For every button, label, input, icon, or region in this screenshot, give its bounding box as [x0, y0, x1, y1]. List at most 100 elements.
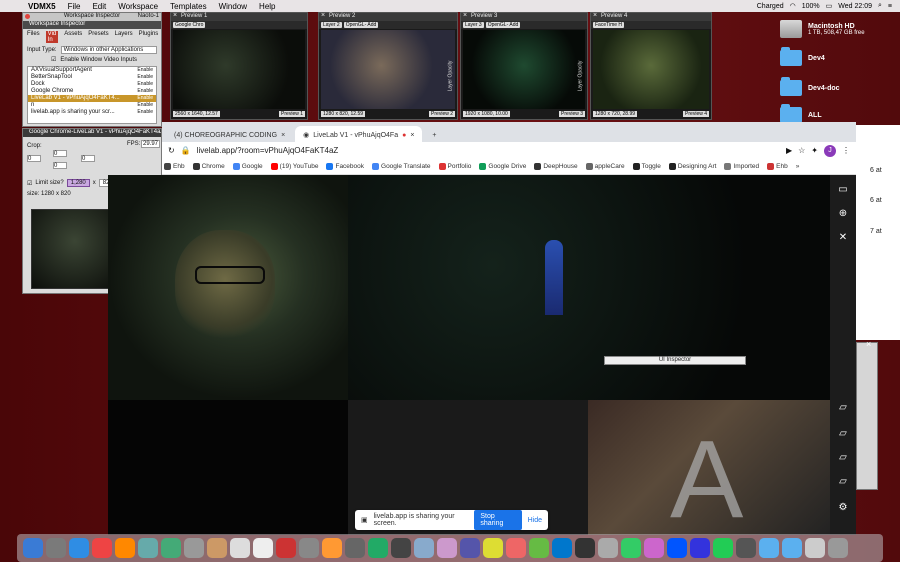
dock-app-icon[interactable] — [690, 538, 710, 558]
hide-button[interactable]: Hide — [528, 517, 542, 524]
checkbox-icon[interactable]: ☑ — [27, 180, 32, 187]
side-panel-window[interactable] — [856, 342, 878, 490]
checkbox-icon[interactable]: ☑ — [51, 56, 56, 63]
list-item[interactable]: n Enable — [28, 102, 156, 109]
tab-plugins[interactable]: Plugins — [139, 31, 159, 43]
crop-right-field[interactable]: 0 — [81, 155, 95, 162]
bookmark-item[interactable]: Google Drive — [479, 163, 526, 170]
bookmark-item[interactable]: Facebook — [326, 163, 364, 170]
list-item[interactable]: AXVisualSupportAgent Enable — [28, 67, 156, 74]
tab-presets[interactable]: Presets — [88, 31, 108, 43]
dock-app-icon[interactable] — [667, 538, 687, 558]
dock-app-icon[interactable] — [552, 538, 572, 558]
bookmark-item[interactable]: (19) YouTube — [270, 163, 318, 170]
enable-toggle[interactable]: Enable — [137, 109, 153, 116]
menu-window[interactable]: Window — [213, 2, 253, 11]
layout-c-icon[interactable]: ▱ — [836, 451, 850, 465]
enable-toggle[interactable]: Enable — [137, 67, 153, 74]
menu-app-name[interactable]: VDMX5 — [22, 2, 62, 11]
battery-percent[interactable]: 100% — [802, 3, 820, 10]
dock-app-icon[interactable] — [506, 538, 526, 558]
preview-title[interactable]: Preview 4 — [591, 12, 711, 21]
tab-layers[interactable]: Layers — [115, 31, 133, 43]
layout-a-icon[interactable]: ▱ — [836, 401, 850, 415]
desktop-folder-dev4[interactable]: Dev4 — [780, 47, 870, 66]
tab-vid-in[interactable]: Vid In — [45, 31, 59, 43]
menu-edit[interactable]: Edit — [86, 2, 112, 11]
bookmark-item[interactable]: DeepHouse — [534, 163, 578, 170]
layout-b-icon[interactable]: ▱ — [836, 427, 850, 441]
tab-files[interactable]: Files — [27, 31, 40, 43]
dock-app-icon[interactable] — [46, 538, 66, 558]
bookmark-item[interactable]: Portfolio — [438, 163, 471, 170]
camera-icon[interactable]: ▶ — [786, 146, 792, 155]
menu-help[interactable]: Help — [253, 2, 281, 11]
dock-app-icon[interactable] — [782, 538, 802, 558]
preview-title[interactable]: Preview 1 — [171, 12, 307, 21]
dock-app-icon[interactable] — [23, 538, 43, 558]
dock-app-icon[interactable] — [138, 538, 158, 558]
dock-app-icon[interactable] — [115, 538, 135, 558]
preview-title[interactable]: Preview 2 — [319, 12, 457, 21]
enable-toggle[interactable]: Enable — [137, 102, 153, 109]
screen-share-icon[interactable]: ▭ — [836, 183, 850, 197]
dock-app-icon[interactable] — [368, 538, 388, 558]
list-item[interactable]: BetterSnapTool Enable — [28, 74, 156, 81]
dock-app-icon[interactable] — [621, 538, 641, 558]
source-select[interactable]: FaceTime H — [593, 22, 625, 28]
dock-app-icon[interactable] — [161, 538, 181, 558]
enable-toggle[interactable]: Enable — [137, 88, 153, 95]
dock-app-icon[interactable] — [759, 538, 779, 558]
desktop-folder-all[interactable]: ALL — [780, 104, 870, 123]
dock-app-icon[interactable] — [828, 538, 848, 558]
crop-bottom-field[interactable]: 0 — [53, 162, 67, 169]
preview-title[interactable]: Preview 3 — [461, 12, 587, 21]
desktop-folder-dev4-doc[interactable]: Dev4-doc — [780, 77, 870, 96]
dock-app-icon[interactable] — [184, 538, 204, 558]
dock-app-icon[interactable] — [805, 538, 825, 558]
bookmarks-overflow-icon[interactable]: » — [796, 163, 800, 170]
crop-left-field[interactable]: 0 — [27, 155, 41, 162]
dock-app-icon[interactable] — [736, 538, 756, 558]
clock[interactable]: Wed 22:09 — [838, 3, 872, 10]
list-item[interactable]: Google Chrome Enable — [28, 88, 156, 95]
bookmark-item[interactable]: Designing Art — [668, 163, 716, 170]
enable-toggle[interactable]: Enable — [137, 95, 153, 102]
window-source-list[interactable]: AXVisualSupportAgent Enable BetterSnapToo… — [27, 66, 157, 124]
reload-icon[interactable]: ↻ — [168, 146, 175, 155]
close-icon[interactable]: × — [281, 132, 285, 139]
extensions-icon[interactable]: ✦ — [811, 146, 818, 155]
blend-mode-select[interactable]: OpenGL- Add — [485, 22, 521, 28]
menu-workspace[interactable]: Workspace — [112, 2, 164, 11]
list-item-selected[interactable]: LiveLab V1 - vPhuAjqO4FaKT4... Enable — [28, 95, 156, 102]
dock-app-icon[interactable] — [322, 538, 342, 558]
bookmark-item[interactable]: Chrome — [192, 163, 225, 170]
dock-app-icon[interactable] — [92, 538, 112, 558]
enable-window-inputs-row[interactable]: ☑ Enable Window Video Inputs — [23, 55, 161, 64]
source-select[interactable]: Layer 3 — [463, 22, 484, 28]
dock-app-icon[interactable] — [345, 538, 365, 558]
preview-panel-4[interactable]: Preview 4 FaceTime H 1280 x 720, 28.99 P… — [590, 12, 712, 120]
dock-app-icon[interactable] — [276, 538, 296, 558]
dock-app-icon[interactable] — [575, 538, 595, 558]
add-icon[interactable]: ⊕ — [836, 207, 850, 221]
preview-panel-3[interactable]: Preview 3 Layer 3OpenGL- Add 1920 x 1080… — [460, 12, 588, 120]
list-item[interactable]: Dock Enable — [28, 81, 156, 88]
stop-sharing-button[interactable]: Stop sharing — [474, 510, 522, 530]
dock-app-icon[interactable] — [529, 538, 549, 558]
tab-assets[interactable]: Assets — [64, 31, 82, 43]
wifi-icon[interactable]: ◠ — [790, 2, 796, 10]
enable-toggle[interactable]: Enable — [137, 81, 153, 88]
star-icon[interactable]: ☆ — [798, 146, 805, 155]
dock-app-icon[interactable] — [207, 538, 227, 558]
mute-icon[interactable]: ✕ — [836, 231, 850, 245]
source-select[interactable]: Layer 2 — [321, 22, 342, 28]
dock-app-icon[interactable] — [483, 538, 503, 558]
ui-inspector-window[interactable]: UI Inspector — [604, 356, 746, 365]
menu-templates[interactable]: Templates — [164, 2, 212, 11]
dock-app-icon[interactable] — [414, 538, 434, 558]
bookmark-item[interactable]: Google — [232, 163, 263, 170]
window-titlebar[interactable]: Workspace Inspector Naoto-1 — [23, 13, 161, 21]
dock-app-icon[interactable] — [253, 538, 273, 558]
desktop-icon-macintosh-hd[interactable]: Macintosh HD 1 TB, 508,47 GB free — [780, 20, 870, 38]
